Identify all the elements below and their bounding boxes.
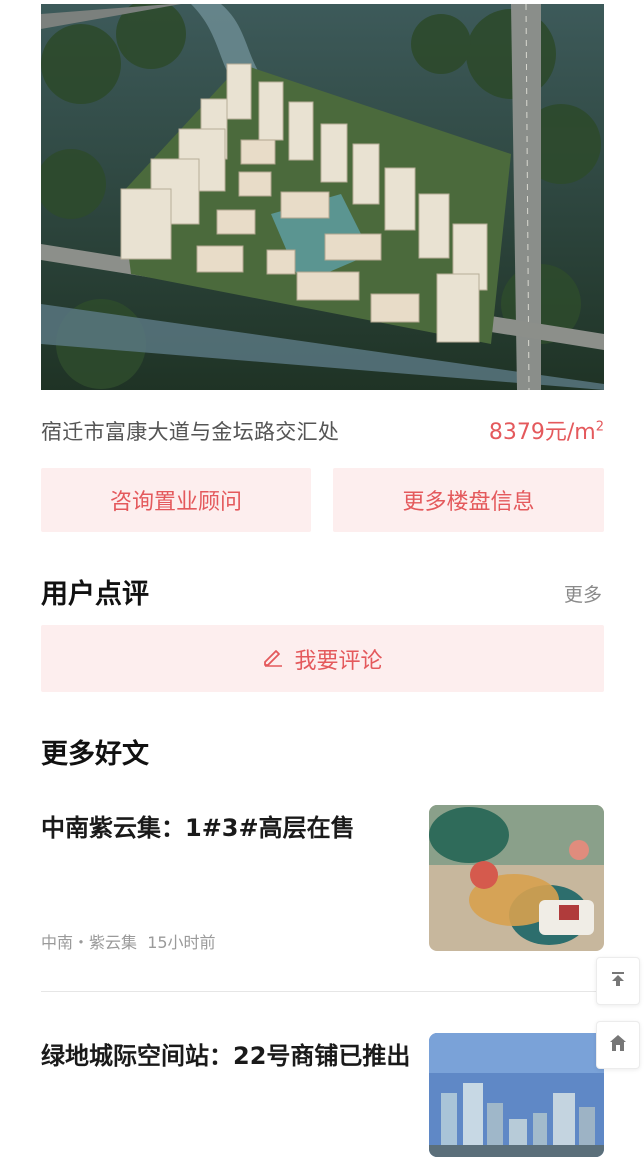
back-to-top-button[interactable] bbox=[596, 957, 640, 1005]
article-divider bbox=[41, 991, 604, 992]
reviews-more-link[interactable]: 更多 bbox=[564, 580, 602, 607]
project-address: 宿迁市富康大道与金坛路交汇处 bbox=[41, 420, 340, 444]
project-summary-row: 宿迁市富康大道与金坛路交汇处 8379元/m2 bbox=[41, 412, 604, 448]
home-icon bbox=[608, 1033, 628, 1057]
article-item[interactable]: 绿地城际空间站：22号商铺已推出 bbox=[41, 1033, 604, 1164]
article-time: 15小时前 bbox=[147, 933, 216, 952]
article-meta: 中南・紫云集 15小时前 bbox=[41, 929, 216, 953]
article-item[interactable]: 中南紫云集：1#3#高层在售 中南・紫云集 15小时前 bbox=[41, 805, 604, 955]
article-title[interactable]: 中南紫云集：1#3#高层在售 bbox=[41, 807, 411, 849]
articles-section-title: 更多好文 bbox=[41, 739, 149, 770]
edit-icon bbox=[262, 645, 284, 673]
article-title[interactable]: 绿地城际空间站：22号商铺已推出 bbox=[41, 1035, 411, 1077]
article-source: 中南・紫云集 bbox=[41, 933, 138, 952]
reviews-title: 用户点评 bbox=[41, 579, 149, 610]
consult-advisor-button[interactable]: 咨询置业顾问 bbox=[41, 468, 311, 532]
write-review-label: 我要评论 bbox=[294, 648, 383, 674]
project-price: 8379元/m2 bbox=[488, 419, 604, 445]
write-review-button[interactable]: 我要评论 bbox=[41, 625, 604, 692]
article-thumbnail[interactable] bbox=[429, 805, 604, 951]
back-to-top-icon bbox=[609, 970, 627, 992]
more-project-info-button[interactable]: 更多楼盘信息 bbox=[333, 468, 604, 532]
project-hero-image[interactable] bbox=[41, 4, 604, 390]
article-thumbnail[interactable] bbox=[429, 1033, 604, 1157]
home-button[interactable] bbox=[596, 1021, 640, 1069]
